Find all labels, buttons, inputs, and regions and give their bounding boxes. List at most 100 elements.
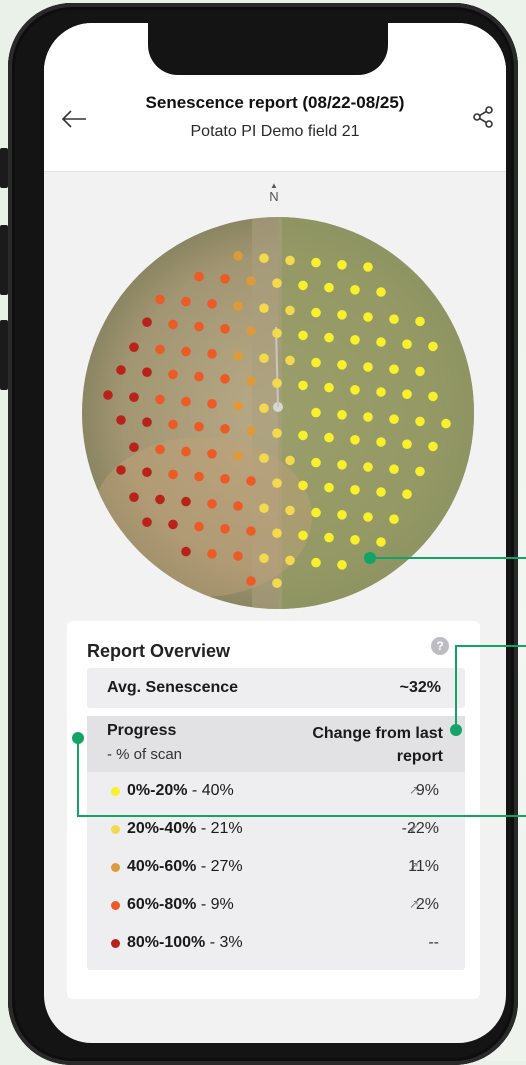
avg-senescence-value: ~32% [399, 679, 441, 696]
scan-point [376, 287, 386, 297]
north-label: N [269, 189, 279, 204]
scan-point [272, 278, 282, 288]
scan-point [415, 416, 425, 427]
color-swatch [111, 825, 120, 834]
scan-point [246, 376, 256, 386]
question-icon[interactable]: ? [431, 637, 449, 655]
scan-point [311, 357, 321, 368]
scan-point [181, 446, 191, 457]
scan-point [259, 503, 269, 513]
scan-point [350, 335, 360, 345]
scan-point [363, 412, 373, 422]
scan-point [194, 271, 204, 282]
scan-point [246, 476, 256, 486]
scan-point [168, 419, 178, 430]
scan-point [103, 390, 113, 400]
scan-point [298, 480, 308, 491]
scan-point [285, 555, 295, 566]
scan-point [350, 435, 360, 445]
scan-point [142, 317, 152, 327]
scan-point [233, 251, 243, 261]
scan-point [415, 466, 425, 477]
scan-point [220, 424, 230, 434]
field-patch [92, 437, 312, 597]
scan-point [142, 467, 152, 477]
column-header-progress: Progress [107, 722, 177, 739]
scan-point [129, 342, 139, 352]
range-pct: - 3% [205, 934, 243, 951]
scan-point [376, 337, 386, 347]
scan-point [350, 485, 360, 495]
scan-point [207, 349, 217, 359]
range-label: 60%-80% - 9% [127, 896, 234, 914]
scan-point [272, 378, 282, 388]
color-swatch [111, 939, 120, 948]
scan-point [389, 464, 399, 474]
scan-point [194, 371, 204, 382]
scan-point [337, 310, 347, 320]
range-bold: 40%-60% [127, 858, 197, 875]
share-icon[interactable] [472, 105, 494, 129]
scan-point [285, 305, 295, 316]
scan-point [259, 353, 269, 363]
scan-point [129, 492, 139, 503]
scan-point [168, 469, 178, 480]
scan-point [181, 396, 191, 407]
range-label: 0%-20% - 40% [127, 782, 234, 800]
column-header-change: Change from last report [273, 722, 443, 768]
phone-side-button [0, 225, 8, 295]
field-map[interactable] [82, 217, 474, 609]
scan-point [129, 392, 139, 402]
scan-point [181, 546, 191, 557]
scan-point [311, 457, 321, 468]
legend-row: 0%-20% - 40% ↗ 9% [87, 774, 465, 810]
card-title: Report Overview [87, 641, 231, 661]
scan-point [272, 528, 282, 538]
scan-point [246, 276, 256, 286]
scan-point [181, 496, 191, 507]
scan-point [350, 535, 360, 545]
scan-point [311, 407, 321, 418]
scan-point [181, 296, 191, 307]
scan-point [402, 339, 412, 349]
scan-point [220, 474, 230, 484]
scan-point [181, 346, 191, 357]
scan-point [285, 455, 295, 466]
scan-point [155, 394, 165, 405]
scan-point [376, 487, 386, 497]
scan-point [337, 360, 347, 370]
scan-point [389, 314, 399, 324]
scan-point [272, 428, 282, 438]
scan-point [246, 326, 256, 336]
scan-point [116, 365, 126, 375]
scan-point [324, 382, 334, 393]
range-label: 40%-60% - 27% [127, 858, 243, 876]
range-pct: - 27% [196, 858, 243, 875]
scan-point [428, 441, 438, 452]
scan-point [324, 482, 334, 493]
app-screen: Senescence report (08/22-08/25) Potato P… [44, 23, 506, 1043]
legend-row: 80%-100% - 3% -- [87, 926, 465, 962]
scan-point [428, 341, 438, 352]
scan-point [285, 355, 295, 366]
scan-point [402, 389, 412, 399]
scan-point [389, 364, 399, 374]
color-swatch [111, 787, 120, 796]
scan-point [233, 551, 243, 561]
scan-point [389, 414, 399, 424]
range-label: 20%-40% - 21% [127, 820, 243, 838]
color-swatch [111, 863, 120, 872]
scan-point [129, 442, 139, 452]
column-header-change-line2: report [396, 748, 443, 765]
scan-point [272, 578, 282, 588]
scan-point [259, 453, 269, 463]
avg-senescence-row: Avg. Senescence ~32% [87, 668, 465, 708]
scan-point [337, 460, 347, 470]
scan-point [337, 510, 347, 520]
column-header-change-line1: Change from last [312, 725, 443, 742]
change-value: 9% [415, 782, 439, 799]
change-value: -- [428, 934, 439, 951]
scan-point [389, 514, 399, 524]
scan-point [168, 369, 178, 380]
scan-point [259, 553, 269, 563]
